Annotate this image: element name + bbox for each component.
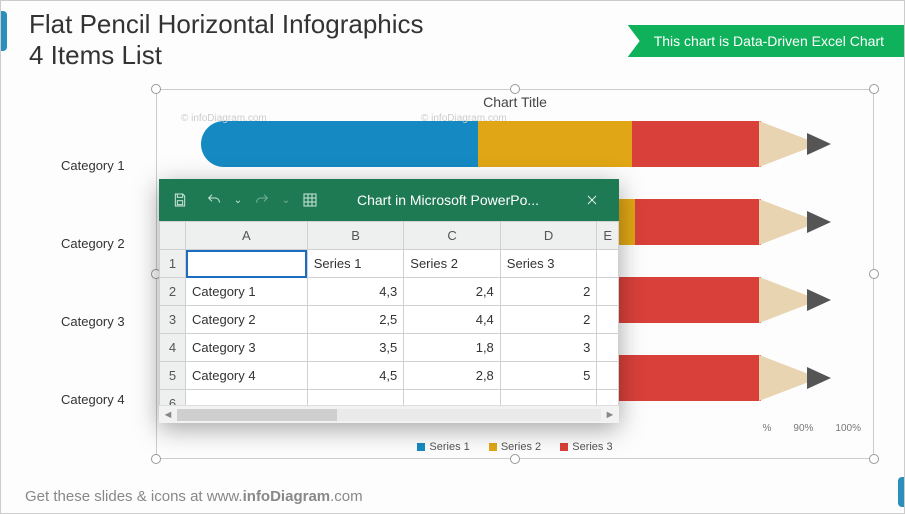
excel-chart-data-window[interactable]: ⌄ ⌄ Chart in Microsoft PowerPo... A B C … bbox=[159, 179, 619, 423]
category-label: Category 3 bbox=[61, 282, 125, 360]
cell[interactable] bbox=[597, 334, 619, 362]
excel-grid[interactable]: A B C D E 1 Series 1 Series 2 Series 3 2… bbox=[159, 221, 619, 405]
column-header[interactable]: D bbox=[500, 222, 597, 250]
horizontal-scrollbar[interactable]: ◄ ► bbox=[159, 405, 619, 423]
row-header[interactable]: 2 bbox=[160, 278, 186, 306]
legend-item: Series 1 bbox=[417, 441, 469, 453]
legend-swatch bbox=[417, 443, 425, 451]
x-axis-ticks: % 90% 100% bbox=[763, 423, 862, 434]
accent-bar-right bbox=[898, 477, 904, 507]
datasheet-icon[interactable] bbox=[293, 179, 327, 221]
cell[interactable]: 1,8 bbox=[404, 334, 501, 362]
column-header[interactable]: A bbox=[186, 222, 308, 250]
cell[interactable]: Category 1 bbox=[186, 278, 308, 306]
cell[interactable]: 3 bbox=[500, 334, 597, 362]
legend-label: Series 3 bbox=[572, 441, 612, 453]
redo-dropdown-icon[interactable]: ⌄ bbox=[279, 179, 293, 221]
cell[interactable]: 2,4 bbox=[404, 278, 501, 306]
cell[interactable]: 2 bbox=[500, 306, 597, 334]
category-label: Category 1 bbox=[61, 126, 125, 204]
cell[interactable]: Category 2 bbox=[186, 306, 308, 334]
column-header[interactable]: E bbox=[597, 222, 619, 250]
undo-icon[interactable] bbox=[197, 179, 231, 221]
chart-legend: Series 1 Series 2 Series 3 bbox=[157, 441, 873, 454]
legend-label: Series 2 bbox=[501, 441, 541, 453]
cell[interactable] bbox=[307, 390, 404, 406]
legend-item: Series 2 bbox=[489, 441, 541, 453]
resize-handle[interactable] bbox=[151, 454, 161, 464]
resize-handle[interactable] bbox=[869, 84, 879, 94]
cell[interactable]: 4,3 bbox=[307, 278, 404, 306]
resize-handle[interactable] bbox=[151, 84, 161, 94]
chart-title[interactable]: Chart Title bbox=[157, 94, 873, 110]
footer-text: .com bbox=[330, 488, 363, 505]
cell[interactable]: Category 3 bbox=[186, 334, 308, 362]
axis-tick: % bbox=[763, 423, 772, 434]
slide-title: Flat Pencil Horizontal Infographics bbox=[29, 9, 424, 40]
resize-handle[interactable] bbox=[510, 454, 520, 464]
watermark: © infoDiagram.com bbox=[181, 113, 267, 124]
legend-swatch bbox=[560, 443, 568, 451]
ribbon-badge: This chart is Data-Driven Excel Chart bbox=[628, 25, 904, 57]
select-all-cell[interactable] bbox=[160, 222, 186, 250]
cell[interactable]: Category 4 bbox=[186, 362, 308, 390]
scroll-thumb[interactable] bbox=[177, 409, 337, 421]
save-icon[interactable] bbox=[163, 179, 197, 221]
close-button[interactable] bbox=[569, 179, 615, 221]
footer-credit: Get these slides & icons at www.infoDiag… bbox=[25, 488, 363, 505]
legend-swatch bbox=[489, 443, 497, 451]
cell[interactable] bbox=[597, 278, 619, 306]
cell[interactable] bbox=[597, 390, 619, 406]
cell[interactable] bbox=[597, 362, 619, 390]
resize-handle[interactable] bbox=[869, 454, 879, 464]
slide-canvas: Flat Pencil Horizontal Infographics 4 It… bbox=[0, 0, 905, 514]
row-header[interactable]: 6 bbox=[160, 390, 186, 406]
footer-brand: infoDiagram bbox=[243, 488, 331, 505]
cell[interactable]: Series 3 bbox=[500, 250, 597, 278]
category-label: Category 4 bbox=[61, 360, 125, 438]
category-label: Category 2 bbox=[61, 204, 125, 282]
cell[interactable]: Series 1 bbox=[307, 250, 404, 278]
row-header[interactable]: 1 bbox=[160, 250, 186, 278]
cell[interactable]: 2,5 bbox=[307, 306, 404, 334]
undo-dropdown-icon[interactable]: ⌄ bbox=[231, 179, 245, 221]
row-header[interactable]: 3 bbox=[160, 306, 186, 334]
cell[interactable]: 3,5 bbox=[307, 334, 404, 362]
cell[interactable] bbox=[597, 306, 619, 334]
title-block: Flat Pencil Horizontal Infographics 4 It… bbox=[29, 9, 424, 71]
cell[interactable]: Series 2 bbox=[404, 250, 501, 278]
legend-item: Series 3 bbox=[560, 441, 612, 453]
redo-icon[interactable] bbox=[245, 179, 279, 221]
scroll-left-arrow-icon[interactable]: ◄ bbox=[159, 409, 177, 421]
footer-text: Get these slides & icons at www. bbox=[25, 488, 243, 505]
row-header[interactable]: 5 bbox=[160, 362, 186, 390]
cell[interactable] bbox=[404, 390, 501, 406]
cell[interactable]: 2,8 bbox=[404, 362, 501, 390]
column-header[interactable]: B bbox=[307, 222, 404, 250]
cell[interactable]: 5 bbox=[500, 362, 597, 390]
excel-window-title: Chart in Microsoft PowerPo... bbox=[327, 192, 569, 208]
cell[interactable] bbox=[186, 250, 308, 278]
cell[interactable]: 2 bbox=[500, 278, 597, 306]
cell[interactable]: 4,4 bbox=[404, 306, 501, 334]
legend-label: Series 1 bbox=[429, 441, 469, 453]
category-axis-labels: Category 1 Category 2 Category 3 Categor… bbox=[61, 126, 125, 438]
resize-handle[interactable] bbox=[510, 84, 520, 94]
slide-subtitle: 4 Items List bbox=[29, 40, 424, 71]
scroll-track[interactable] bbox=[177, 409, 601, 421]
cell[interactable] bbox=[186, 390, 308, 406]
scroll-right-arrow-icon[interactable]: ► bbox=[601, 409, 619, 421]
axis-tick: 90% bbox=[793, 423, 813, 434]
resize-handle[interactable] bbox=[869, 269, 879, 279]
row-header[interactable]: 4 bbox=[160, 334, 186, 362]
axis-tick: 100% bbox=[835, 423, 861, 434]
excel-titlebar[interactable]: ⌄ ⌄ Chart in Microsoft PowerPo... bbox=[159, 179, 619, 221]
cell[interactable] bbox=[500, 390, 597, 406]
cell[interactable] bbox=[597, 250, 619, 278]
watermark: © infoDiagram.com bbox=[421, 113, 507, 124]
column-header[interactable]: C bbox=[404, 222, 501, 250]
accent-bar-left bbox=[1, 11, 7, 51]
cell[interactable]: 4,5 bbox=[307, 362, 404, 390]
